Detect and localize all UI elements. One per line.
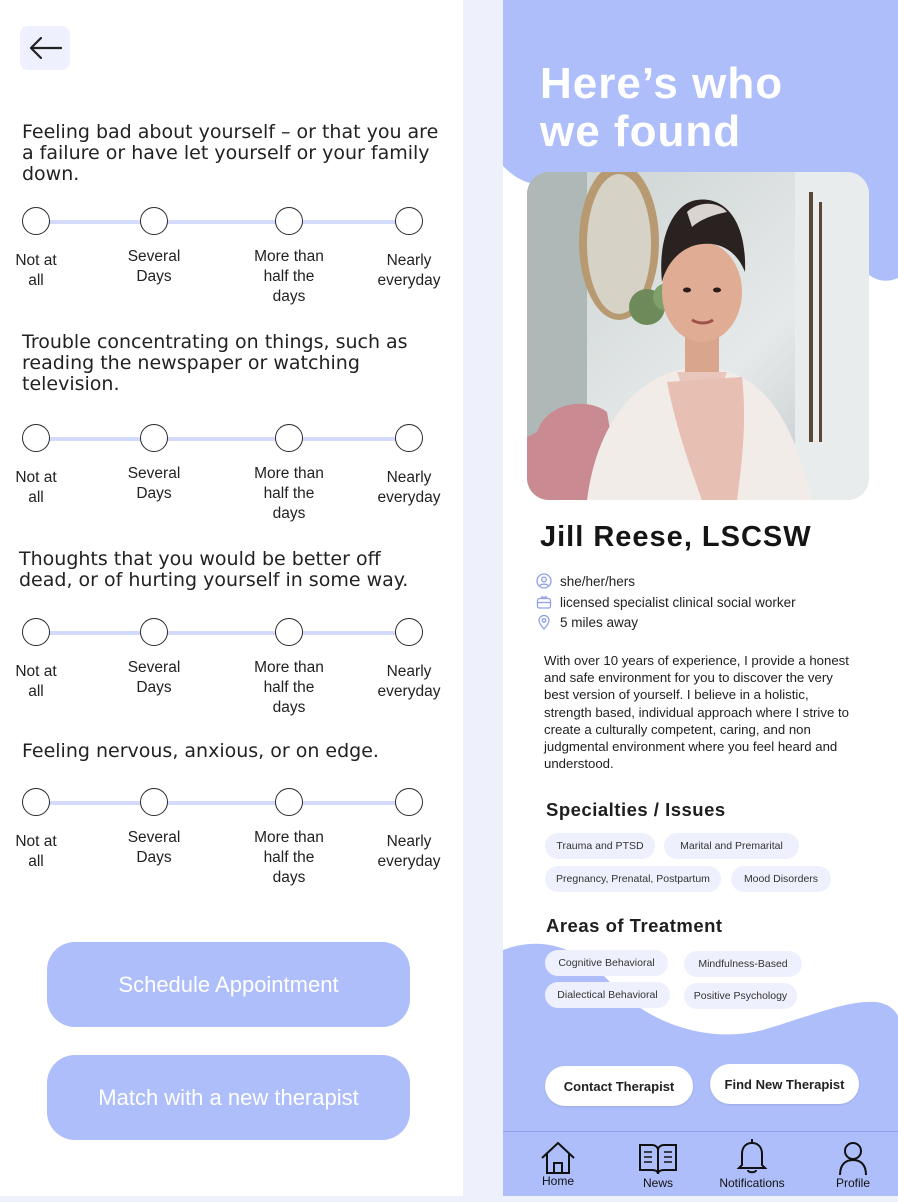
option-label: Not at all xyxy=(15,469,57,506)
pronouns-row: she/her/hers xyxy=(536,573,635,589)
option-label: Not at all xyxy=(15,252,57,289)
option-label: Nearly everyday xyxy=(377,252,441,289)
question-2-scale: Not at all Several Days More than half the d… xyxy=(0,424,463,524)
nav-notifications[interactable]: Notifications xyxy=(707,1132,797,1196)
nav-news-label: News xyxy=(642,1176,673,1190)
option-label: Several Days xyxy=(127,829,181,866)
scale-track xyxy=(36,220,408,224)
nav-home-label: Home xyxy=(541,1174,574,1188)
option-label: Several Days xyxy=(127,465,181,502)
option-label: Not at all xyxy=(15,833,57,870)
specialty-chip: Trauma and PTSD xyxy=(545,833,655,859)
nav-profile[interactable]: Profile xyxy=(808,1132,898,1196)
option-nearly-everyday-radio[interactable] xyxy=(395,424,423,452)
credential-text: licensed specialist clinical social work… xyxy=(560,594,796,610)
briefcase-icon xyxy=(536,596,552,609)
book-icon xyxy=(639,1144,677,1175)
option-several-days-radio[interactable] xyxy=(140,618,168,646)
schedule-appointment-button[interactable]: Schedule Appointment xyxy=(47,942,410,1027)
home-icon xyxy=(541,1141,575,1174)
user-icon xyxy=(536,573,552,589)
option-not-at-all-radio[interactable] xyxy=(22,207,50,235)
back-button[interactable] xyxy=(20,26,70,70)
nav-home[interactable]: Home xyxy=(513,1132,603,1196)
option-label: More than half the days xyxy=(254,465,324,522)
option-label: More than half the days xyxy=(254,248,324,305)
question-4-text: Feeling nervous, anxious, or on edge. xyxy=(22,740,379,762)
assessment-screen: Feeling bad about yourself – or that you… xyxy=(0,0,463,1196)
option-more-than-half-radio[interactable] xyxy=(275,618,303,646)
back-arrow-icon xyxy=(29,36,63,60)
question-2-text: Trouble concentrating on things, such as… xyxy=(22,331,408,395)
treatment-chip: Mindfulness-Based xyxy=(684,951,802,977)
contact-therapist-button[interactable]: Contact Therapist xyxy=(545,1066,693,1106)
pronouns-text: she/her/hers xyxy=(560,573,636,589)
option-more-than-half-radio[interactable] xyxy=(275,207,303,235)
find-new-therapist-button[interactable]: Find New Therapist xyxy=(710,1064,859,1104)
question-1-text: Feeling bad about yourself – or that you… xyxy=(22,121,439,185)
scale-track xyxy=(36,437,408,441)
scale-track xyxy=(36,631,408,635)
option-more-than-half-radio[interactable] xyxy=(275,788,303,816)
option-label: More than half the days xyxy=(254,829,324,886)
option-more-than-half-radio[interactable] xyxy=(275,424,303,452)
specialty-chip: Marital and Premarital xyxy=(664,833,799,859)
treatment-chip: Dialectical Behavioral xyxy=(545,982,670,1008)
option-label: More than half the days xyxy=(254,659,324,716)
option-label: Not at all xyxy=(15,663,57,700)
nav-notifications-label: Notifications xyxy=(719,1176,785,1190)
option-nearly-everyday-radio[interactable] xyxy=(395,618,423,646)
option-several-days-radio[interactable] xyxy=(140,424,168,452)
heading-line-1: Here’s who xyxy=(540,59,784,108)
option-label: Several Days xyxy=(127,248,181,285)
specialties-title: Specialties / Issues xyxy=(546,799,726,820)
option-nearly-everyday-radio[interactable] xyxy=(395,788,423,816)
option-label: Nearly everyday xyxy=(377,663,441,700)
question-1-scale: Not at all Several Days More than half the d… xyxy=(0,207,463,307)
treatment-chip: Positive Psychology xyxy=(684,983,797,1009)
option-label: Several Days xyxy=(127,659,181,696)
therapist-profile-screen: Here’s who we found Jill Reese, LSCSW sh… xyxy=(503,0,898,1196)
treatment-title: Areas of Treatment xyxy=(546,915,723,936)
option-nearly-everyday-radio[interactable] xyxy=(395,207,423,235)
bell-icon xyxy=(736,1139,768,1174)
distance-row: 5 miles away xyxy=(536,614,638,630)
option-not-at-all-radio[interactable] xyxy=(22,788,50,816)
page-heading: Here’s who we found xyxy=(540,60,880,156)
scale-track xyxy=(36,801,408,805)
therapist-name: Jill Reese, LSCSW xyxy=(540,521,812,553)
treatment-chip: Cognitive Behavioral xyxy=(545,950,668,976)
distance-text: 5 miles away xyxy=(560,614,639,630)
match-new-therapist-button[interactable]: Match with a new therapist xyxy=(47,1055,410,1140)
option-several-days-radio[interactable] xyxy=(140,788,168,816)
heading-line-2: we found xyxy=(540,107,742,156)
option-label: Nearly everyday xyxy=(377,833,441,870)
option-label: Nearly everyday xyxy=(377,469,441,506)
bottom-nav: Home News Notifications Profile xyxy=(503,1131,898,1196)
question-3-text: Thoughts that you would be better off de… xyxy=(19,548,409,591)
location-pin-icon xyxy=(538,614,550,630)
therapist-bio: With over 10 years of experience, I prov… xyxy=(544,653,849,772)
option-not-at-all-radio[interactable] xyxy=(22,424,50,452)
option-several-days-radio[interactable] xyxy=(140,207,168,235)
portrait-image xyxy=(527,172,869,500)
specialty-chip: Pregnancy, Prenatal, Postpartum xyxy=(545,866,721,892)
profile-icon xyxy=(839,1142,867,1176)
specialty-chip: Mood Disorders xyxy=(731,866,831,892)
question-4-scale: Not at all Several Days More than half the d… xyxy=(0,788,463,888)
nav-profile-label: Profile xyxy=(835,1176,870,1190)
therapist-photo xyxy=(527,172,869,500)
question-3-scale: Not at all Several Days More than half the d… xyxy=(0,618,463,718)
option-not-at-all-radio[interactable] xyxy=(22,618,50,646)
credential-row: licensed specialist clinical social work… xyxy=(536,594,796,610)
nav-news[interactable]: News xyxy=(613,1132,703,1196)
